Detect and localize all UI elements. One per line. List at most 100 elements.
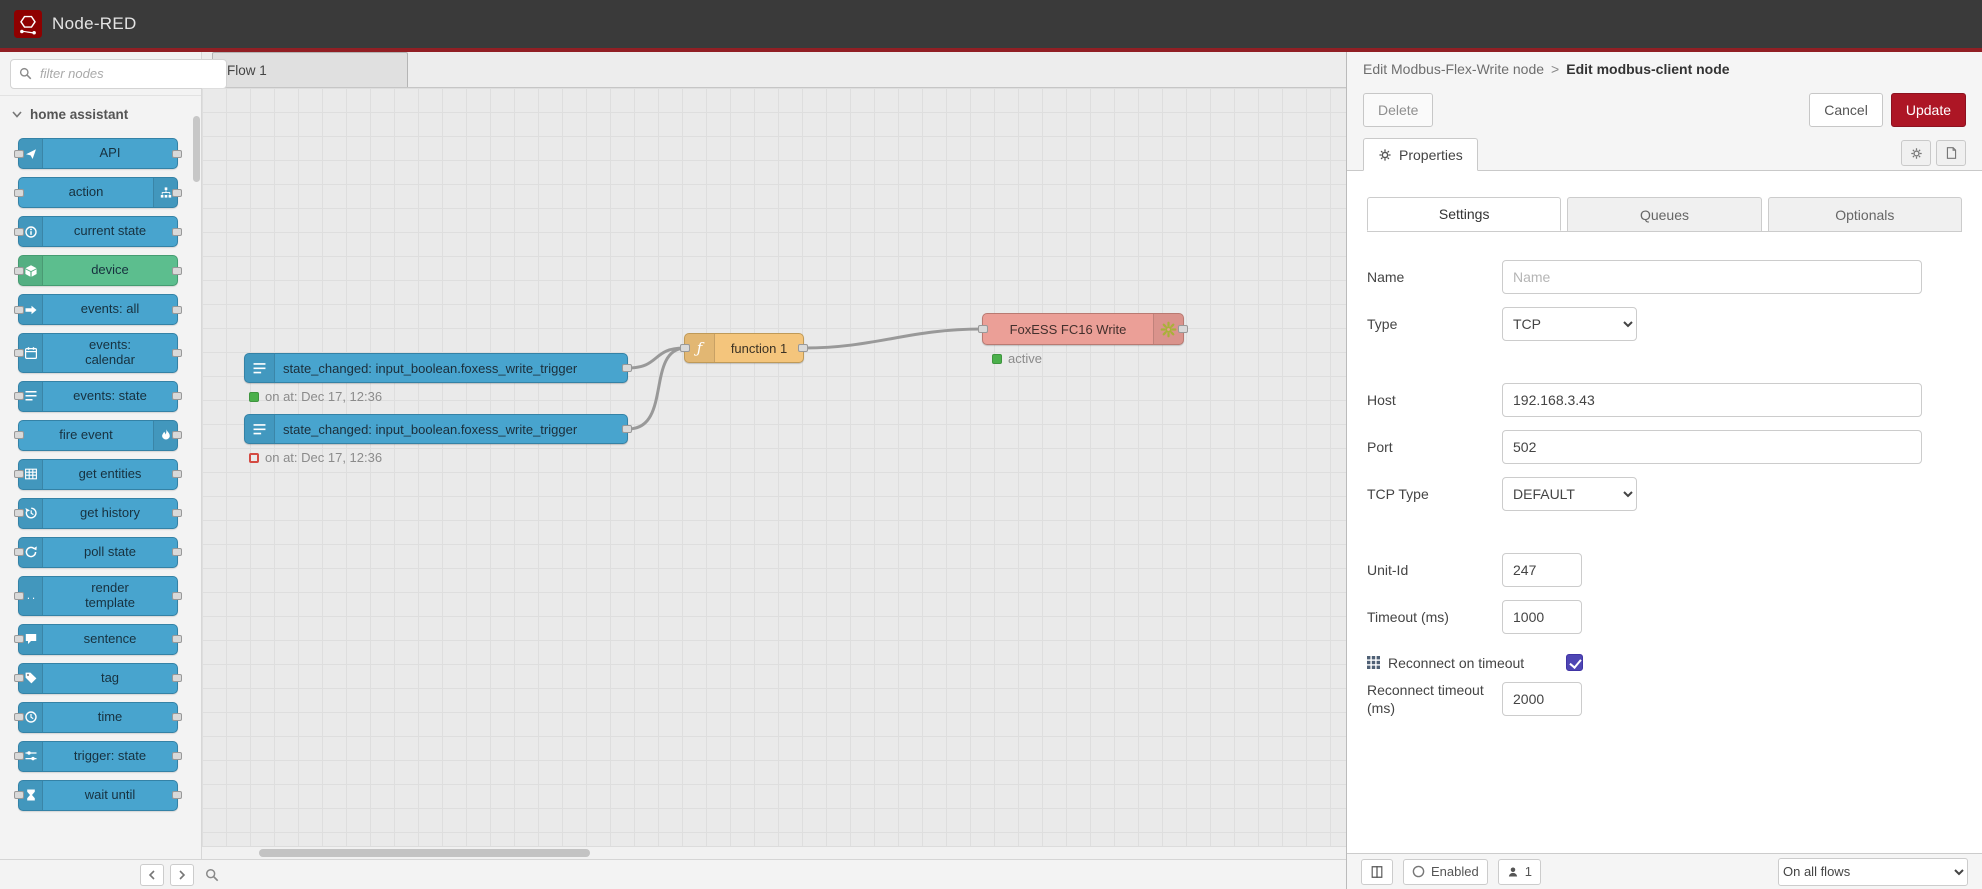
enabled-label: Enabled — [1431, 864, 1479, 879]
input-port[interactable] — [680, 344, 690, 352]
node-state-trigger-1[interactable]: state_changed: input_boolean.foxess_writ… — [244, 353, 628, 383]
tcp-type-label: TCP Type — [1367, 485, 1502, 503]
palette-node[interactable]: events: calendar — [18, 333, 178, 373]
palette-node[interactable]: sentence — [18, 624, 178, 655]
palette-node-label: fire event — [19, 421, 153, 450]
palette-node[interactable]: trigger: state — [18, 741, 178, 772]
info-icon — [25, 226, 37, 238]
tab-optionals[interactable]: Optionals — [1768, 197, 1962, 231]
input-port — [14, 592, 24, 600]
tab-queues[interactable]: Queues — [1567, 197, 1761, 231]
list-icon — [25, 390, 37, 402]
node-modbus-flex-write[interactable]: FoxESS FC16 Write — [982, 313, 1184, 345]
palette-node-label: time — [43, 703, 177, 732]
palette-node[interactable]: poll state — [18, 537, 178, 568]
input-port — [14, 752, 24, 760]
app-title: Node-RED — [52, 14, 137, 34]
palette-node[interactable]: events: state — [18, 381, 178, 412]
node-state-trigger-2[interactable]: state_changed: input_boolean.foxess_writ… — [244, 414, 628, 444]
tab-settings[interactable]: Settings — [1367, 197, 1561, 231]
output-port[interactable] — [798, 344, 808, 352]
node-enabled-toggle[interactable]: Enabled — [1403, 859, 1488, 885]
output-port — [172, 349, 182, 357]
workspace: Flow 1 — [202, 52, 1346, 859]
wire-function-modbus[interactable] — [804, 329, 982, 348]
node-settings-tab[interactable] — [1901, 140, 1931, 166]
header: Node-RED — [0, 0, 1982, 52]
output-port[interactable] — [1178, 325, 1188, 333]
scope-select[interactable]: On all flows — [1778, 858, 1968, 886]
circle-icon — [1412, 865, 1425, 878]
palette-node-label: wait until — [43, 781, 177, 810]
palette-search-box — [10, 59, 227, 89]
unit-id-input[interactable] — [1502, 553, 1582, 587]
node-label: state_changed: input_boolean.foxess_writ… — [275, 415, 627, 443]
field-row-type: Type TCP — [1367, 307, 1962, 341]
output-port[interactable] — [622, 425, 632, 433]
palette-category-home-assistant[interactable]: home assistant — [0, 96, 201, 132]
palette-filter-input[interactable] — [38, 65, 218, 82]
palette-node[interactable]: get entities — [18, 459, 178, 490]
port-input[interactable] — [1502, 430, 1922, 464]
node-function-1[interactable]: ƒ function 1 — [684, 333, 804, 363]
palette-node[interactable]: {..} render template — [18, 576, 178, 616]
palette-node[interactable]: action — [18, 177, 178, 208]
canvas-scrollbar-thumb[interactable] — [259, 849, 590, 857]
output-port — [172, 431, 182, 439]
description-tab[interactable] — [1936, 140, 1966, 166]
tab-properties[interactable]: Properties — [1363, 138, 1478, 171]
wire-trigger2-function[interactable] — [628, 348, 684, 429]
flow-canvas[interactable]: state_changed: input_boolean.foxess_writ… — [202, 88, 1346, 859]
output-port — [172, 635, 182, 643]
fire-icon — [160, 429, 172, 441]
flow-tab[interactable]: Flow 1 — [212, 52, 408, 87]
palette-node[interactable]: time — [18, 702, 178, 733]
collapse-right-button[interactable] — [170, 864, 194, 886]
timeout-input[interactable] — [1502, 600, 1582, 634]
palette-node[interactable]: API — [18, 138, 178, 169]
palette-node[interactable]: device — [18, 255, 178, 286]
host-input[interactable] — [1502, 383, 1922, 417]
update-button[interactable]: Update — [1891, 93, 1966, 127]
palette-node[interactable]: tag — [18, 663, 178, 694]
unit-id-label: Unit-Id — [1367, 561, 1502, 579]
palette-node[interactable]: events: all — [18, 294, 178, 325]
type-select[interactable]: TCP — [1502, 307, 1637, 341]
canvas-horizontal-scrollbar[interactable] — [202, 846, 1346, 859]
node-status-2: on at: Dec 17, 12:36 — [249, 450, 382, 465]
search-flows-button[interactable] — [200, 864, 224, 886]
palette-node[interactable]: fire event — [18, 420, 178, 451]
name-input[interactable] — [1502, 260, 1922, 294]
edit-panel: Edit Modbus-Flex-Write node > Edit modbu… — [1346, 52, 1982, 889]
input-port[interactable] — [978, 325, 988, 333]
palette-node[interactable]: wait until — [18, 780, 178, 811]
breadcrumb-parent[interactable]: Edit Modbus-Flex-Write node — [1363, 61, 1544, 77]
node-help-button[interactable] — [1361, 859, 1393, 885]
grid-icon — [1367, 656, 1380, 669]
output-port[interactable] — [622, 364, 632, 372]
palette-node[interactable]: current state — [18, 216, 178, 247]
node-status-1: on at: Dec 17, 12:36 — [249, 389, 382, 404]
field-row-host: Host — [1367, 383, 1962, 417]
host-label: Host — [1367, 391, 1502, 409]
node-label: function 1 — [715, 334, 803, 362]
palette-scrollbar-thumb[interactable] — [193, 116, 200, 182]
tcp-type-select[interactable]: DEFAULT — [1502, 477, 1637, 511]
node-users-button[interactable]: 1 — [1498, 859, 1541, 885]
paper-plane-icon — [25, 148, 37, 160]
status-text: active — [1008, 351, 1042, 366]
reconnect-on-timeout-label: Reconnect on timeout — [1388, 655, 1524, 671]
chevron-right-icon — [178, 870, 186, 880]
history-icon — [25, 507, 37, 519]
flow-tab-label: Flow 1 — [227, 63, 267, 78]
palette-node[interactable]: get history — [18, 498, 178, 529]
reconnect-timeout-input[interactable] — [1502, 682, 1582, 716]
field-row-port: Port — [1367, 430, 1962, 464]
collapse-left-button[interactable] — [140, 864, 164, 886]
palette-scrollbar[interactable] — [193, 98, 200, 857]
status-dot-green — [992, 354, 1002, 364]
delete-button[interactable]: Delete — [1363, 93, 1433, 127]
document-icon — [1945, 146, 1958, 160]
cancel-button[interactable]: Cancel — [1809, 93, 1883, 127]
reconnect-on-timeout-checkbox[interactable] — [1566, 654, 1583, 671]
